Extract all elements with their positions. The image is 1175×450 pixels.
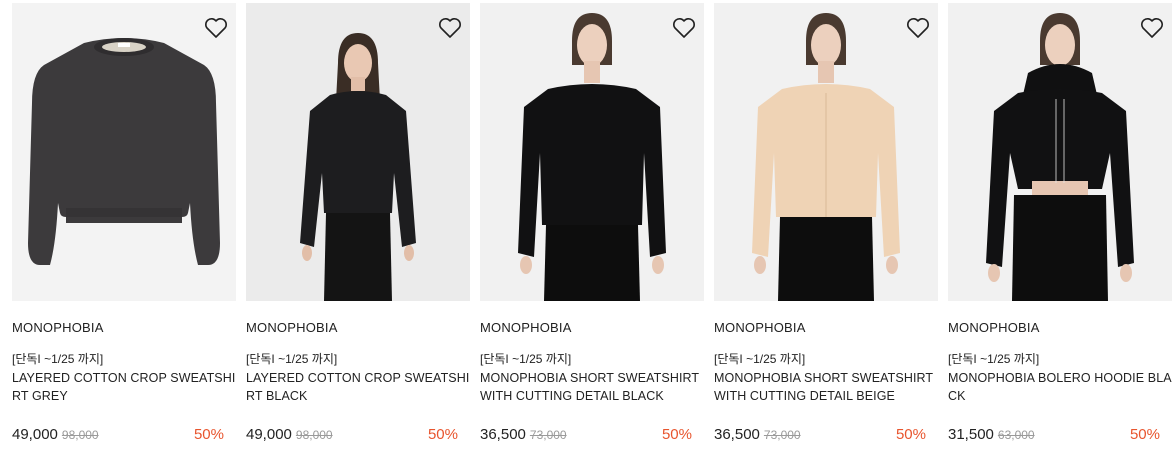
original-price: 98,000 <box>61 428 99 442</box>
product-name[interactable]: LAYERED COTTON CROP SWEATSHIRT GREY <box>12 369 236 405</box>
product-card[interactable]: MONOPHOBIA [단독I ~1/25 까지] LAYERED COTTON… <box>12 0 236 450</box>
sale-price: 31,500 <box>948 426 994 443</box>
product-brand[interactable]: MONOPHOBIA <box>246 320 338 335</box>
heart-icon[interactable] <box>436 14 464 42</box>
product-card[interactable]: MONOPHOBIA [단독I ~1/25 까지] MONOPHOBIA SHO… <box>714 0 938 450</box>
sale-price: 36,500 <box>480 426 526 443</box>
product-promo: [단독I ~1/25 까지] <box>714 352 806 366</box>
price-row: 36,500 73,000 50% <box>480 426 692 446</box>
discount-rate: 50% <box>427 426 458 443</box>
discount-rate: 50% <box>895 426 926 443</box>
original-price: 98,000 <box>295 428 333 442</box>
product-brand[interactable]: MONOPHOBIA <box>948 320 1040 335</box>
price-row: 49,000 98,000 50% <box>246 426 458 446</box>
original-price: 73,000 <box>529 428 567 442</box>
heart-icon[interactable] <box>1138 14 1166 42</box>
product-promo: [단독I ~1/25 까지] <box>246 352 338 366</box>
product-image-beige-short-sweatshirt[interactable] <box>714 3 938 301</box>
sale-price: 49,000 <box>246 426 292 443</box>
price-row: 36,500 73,000 50% <box>714 426 926 446</box>
product-brand[interactable]: MONOPHOBIA <box>12 320 104 335</box>
sale-price: 36,500 <box>714 426 760 443</box>
product-brand[interactable]: MONOPHOBIA <box>480 320 572 335</box>
product-name[interactable]: MONOPHOBIA SHORT SWEATSHIRT WITH CUTTING… <box>480 369 704 405</box>
product-image-black-bolero-hoodie[interactable] <box>948 3 1172 301</box>
product-promo: [단독I ~1/25 까지] <box>948 352 1040 366</box>
heart-icon[interactable] <box>670 14 698 42</box>
product-name[interactable]: MONOPHOBIA SHORT SWEATSHIRT WITH CUTTING… <box>714 369 938 405</box>
original-price: 73,000 <box>763 428 801 442</box>
discount-rate: 50% <box>661 426 692 443</box>
sale-price: 49,000 <box>12 426 58 443</box>
price-row: 49,000 98,000 50% <box>12 426 224 446</box>
product-name[interactable]: MONOPHOBIA BOLERO HOODIE BLACK <box>948 369 1172 405</box>
discount-rate: 50% <box>1129 426 1160 443</box>
product-image-grey-sweatshirt[interactable] <box>12 3 236 301</box>
heart-icon[interactable] <box>904 14 932 42</box>
product-card[interactable]: MONOPHOBIA [단독I ~1/25 까지] LAYERED COTTON… <box>246 0 470 450</box>
product-image-black-sweatshirt[interactable] <box>246 3 470 301</box>
product-image-black-short-sweatshirt[interactable] <box>480 3 704 301</box>
product-promo: [단독I ~1/25 까지] <box>480 352 572 366</box>
product-brand[interactable]: MONOPHOBIA <box>714 320 806 335</box>
heart-icon[interactable] <box>202 14 230 42</box>
discount-rate: 50% <box>193 426 224 443</box>
product-card[interactable]: MONOPHOBIA [단독I ~1/25 까지] MONOPHOBIA SHO… <box>480 0 704 450</box>
product-grid: MONOPHOBIA [단독I ~1/25 까지] LAYERED COTTON… <box>0 0 1175 450</box>
price-row: 31,500 63,000 50% <box>948 426 1160 446</box>
product-promo: [단독I ~1/25 까지] <box>12 352 104 366</box>
original-price: 63,000 <box>997 428 1035 442</box>
product-card[interactable]: MONOPHOBIA [단독I ~1/25 까지] MONOPHOBIA BOL… <box>948 0 1172 450</box>
product-name[interactable]: LAYERED COTTON CROP SWEATSHIRT BLACK <box>246 369 470 405</box>
